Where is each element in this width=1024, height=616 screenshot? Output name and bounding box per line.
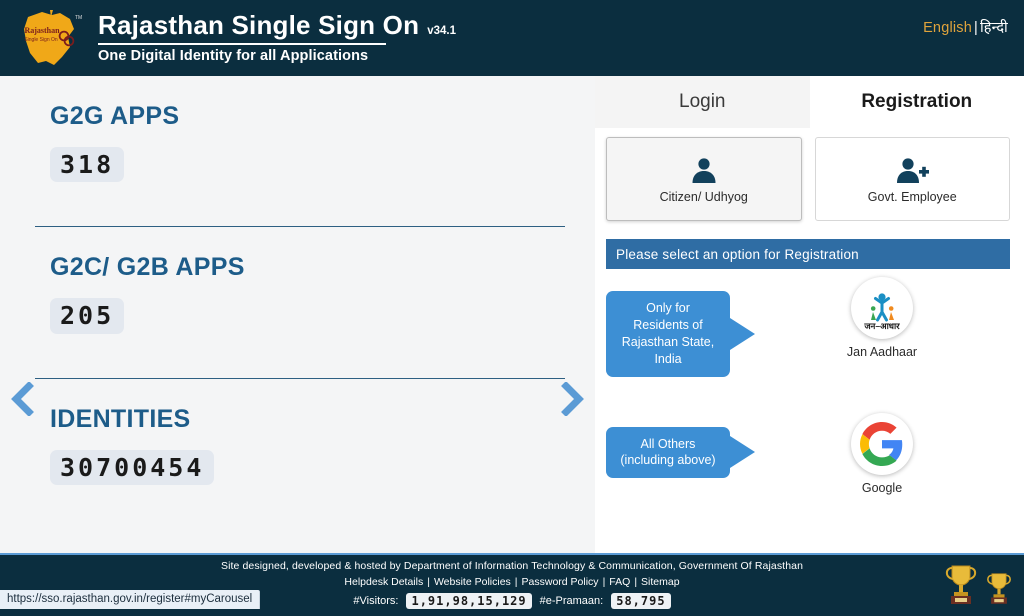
- stat-counter-value: 318: [60, 150, 115, 179]
- stat-counter-box: 205: [50, 298, 125, 334]
- tab-registration[interactable]: Registration: [809, 76, 1024, 128]
- tab-login[interactable]: Login: [595, 76, 810, 128]
- registration-type-govt-label: Govt. Employee: [867, 189, 957, 204]
- stat-counter-box: 318: [50, 147, 125, 183]
- footer-link-faq[interactable]: FAQ: [609, 576, 630, 588]
- stat-counter-value: 30700454: [60, 452, 205, 482]
- footer-credit: Site designed, developed & hosted by Dep…: [220, 560, 804, 572]
- award-trophies: [942, 561, 1014, 612]
- browser-status-bar: https://sso.rajasthan.gov.in/register#my…: [0, 590, 261, 609]
- stat-g2c-g2b-apps: G2C/ G2B APPS 205: [0, 227, 595, 334]
- user-icon: [689, 155, 719, 190]
- epramaan-label: #e-Pramaan:: [539, 595, 604, 607]
- registration-option-google: All Others (including above) Google: [595, 412, 1024, 495]
- footer-link-helpdesk[interactable]: Helpdesk Details: [344, 576, 423, 588]
- rajasthan-sso-logo-icon: Rajasthan Single Sign On TM: [12, 7, 84, 69]
- google-option-button[interactable]: Google: [832, 412, 932, 495]
- brand-text-block: Rajasthan Single Sign On v34.1 One Digit…: [98, 10, 456, 64]
- tab-registration-label: Registration: [861, 91, 973, 112]
- visitors-value: 1,91,98,15,129: [406, 593, 532, 609]
- registration-type-row: Citizen/ Udhyog Govt. Employee: [595, 128, 1024, 221]
- site-header: Rajasthan Single Sign On TM Rajasthan Si…: [0, 0, 1024, 76]
- registration-type-citizen-label: Citizen/ Udhyog: [659, 189, 748, 204]
- google-bubble-text: All Others (including above): [620, 436, 716, 468]
- language-switcher[interactable]: English | हिन्दी: [923, 17, 1008, 37]
- trophy-icon: [942, 561, 980, 612]
- footer-link-sep: |: [514, 576, 518, 588]
- stat-title: G2C/ G2B APPS: [50, 253, 245, 282]
- brand-divider: [98, 42, 386, 45]
- jan-aadhaar-logo-icon: जन–आधार: [851, 277, 913, 339]
- carousel-prev-button[interactable]: [10, 382, 36, 416]
- svg-text:TM: TM: [75, 15, 82, 21]
- visitors-label: #Visitors:: [353, 595, 399, 607]
- stat-title: IDENTITIES: [50, 404, 191, 433]
- google-logo-icon: [851, 412, 913, 475]
- carousel-slides: G2G APPS 318 G2C/ G2B APPS 205 IDENTITIE…: [0, 76, 595, 485]
- registration-instruction-text: Please select an option for Registration: [616, 246, 859, 262]
- auth-tabs: Login Registration: [595, 76, 1024, 128]
- footer-link-website-policies[interactable]: Website Policies: [434, 576, 511, 588]
- tab-login-label: Login: [679, 91, 726, 112]
- footer-link-sep: |: [602, 576, 606, 588]
- jan-aadhaar-bubble-text: Only for Residents of Rajasthan State, I…: [621, 301, 715, 366]
- stat-title: G2G APPS: [50, 102, 180, 130]
- page-root: Rajasthan Single Sign On TM Rajasthan Si…: [0, 0, 1024, 616]
- page-title: Rajasthan Single Sign On: [98, 10, 420, 41]
- auth-pane: Login Registration Citizen/ Udhyog Govt.…: [595, 76, 1024, 553]
- stats-carousel-pane: G2G APPS 318 G2C/ G2B APPS 205 IDENTITIE…: [0, 76, 595, 553]
- stat-identities: IDENTITIES 30700454: [0, 379, 595, 485]
- carousel-next-button[interactable]: [559, 382, 585, 416]
- footer-link-sep: |: [634, 576, 638, 588]
- footer-links: Helpdesk Details | Website Policies | Passwo…: [0, 572, 1024, 588]
- svg-text:Single Sign On: Single Sign On: [24, 37, 58, 43]
- registration-instruction-banner: Please select an option for Registration: [606, 239, 1010, 269]
- language-english[interactable]: English: [923, 20, 972, 36]
- language-separator: |: [974, 20, 978, 36]
- epramaan-value: 58,795: [611, 593, 671, 609]
- jan-aadhaar-label: Jan Aadhaar: [846, 345, 918, 359]
- registration-type-citizen[interactable]: Citizen/ Udhyog: [606, 137, 802, 221]
- version-label: v34.1: [427, 25, 456, 38]
- google-bubble: All Others (including above): [606, 426, 730, 479]
- registration-type-govt-employee[interactable]: Govt. Employee: [814, 137, 1010, 221]
- body-wrapper: G2G APPS 318 G2C/ G2B APPS 205 IDENTITIE…: [0, 76, 1024, 553]
- status-bar-url: https://sso.rajasthan.gov.in/register#my…: [7, 593, 253, 605]
- jan-aadhaar-bubble: Only for Residents of Rajasthan State, I…: [606, 291, 730, 377]
- footer-link-sitemap[interactable]: Sitemap: [641, 576, 680, 588]
- svg-text:जन–आधार: जन–आधार: [863, 321, 900, 331]
- language-hindi[interactable]: हिन्दी: [980, 20, 1008, 36]
- trophy-icon: [984, 569, 1014, 612]
- brand-subtitle: One Digital Identity for all Application…: [98, 47, 369, 64]
- stat-counter-box: 30700454: [50, 449, 215, 485]
- registration-option-jan-aadhaar: Only for Residents of Rajasthan State, I…: [595, 277, 1024, 377]
- user-plus-icon: [895, 155, 930, 190]
- footer-link-sep: |: [427, 576, 430, 588]
- google-label: Google: [861, 480, 903, 495]
- svg-text:Rajasthan: Rajasthan: [24, 26, 60, 35]
- stat-counter-value: 205: [60, 301, 115, 331]
- jan-aadhaar-option-button[interactable]: जन–आधार Jan Aadhaar: [832, 277, 932, 359]
- footer-link-password-policy[interactable]: Password Policy: [522, 576, 599, 588]
- stat-g2g-apps: G2G APPS 318: [0, 76, 595, 183]
